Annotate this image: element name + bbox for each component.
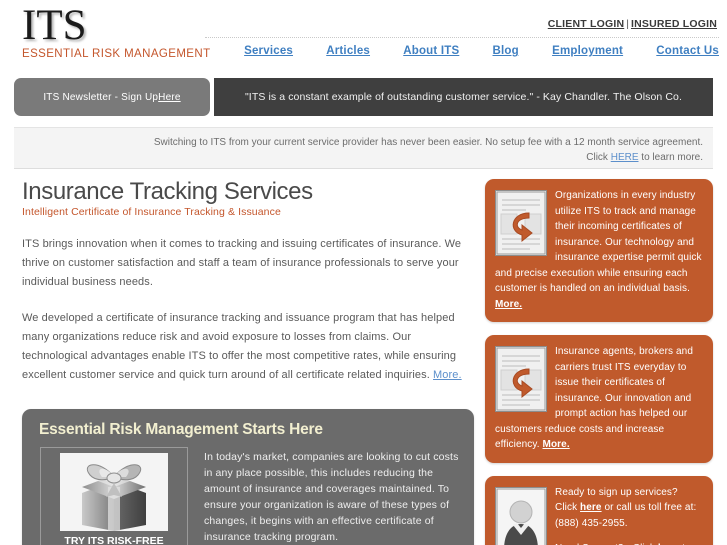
header-divider (205, 37, 719, 38)
page-root: ITS ESSENTIAL RISK MANAGEMENT CLIENT LOG… (0, 0, 727, 545)
sidebar-column: Organizations in every industry utilize … (485, 179, 713, 545)
sidebar-card-tracking-more-link[interactable]: More. (495, 299, 522, 310)
nav-item-about-its[interactable]: About ITS (403, 45, 459, 57)
intro-paragraph-2: We developed a certificate of insurance … (22, 309, 474, 385)
site-logo[interactable]: ITS ESSENTIAL RISK MANAGEMENT (22, 2, 211, 60)
logo-tagline: ESSENTIAL RISK MANAGEMENT (22, 48, 211, 60)
announcement-click-label: Click (586, 152, 611, 163)
document-refresh-icon (495, 190, 547, 256)
promo-panel: Essential Risk Management Starts Here TR… (22, 409, 474, 545)
newsletter-signup-box[interactable]: ITS Newsletter - Sign Up Here (14, 78, 210, 116)
sidebar-card-issuance-more-link[interactable]: More. (543, 439, 570, 450)
page-title: Insurance Tracking Services (22, 178, 313, 205)
insured-login-link[interactable]: INSURED LOGIN (631, 18, 717, 30)
announcement-strip: Switching to ITS from your current servi… (14, 127, 713, 169)
sidebar-card-issuance: Insurance agents, brokers and carriers t… (485, 335, 713, 463)
top-login-links: CLIENT LOGIN | INSURED LOGIN (548, 18, 717, 30)
logo-wordmark: ITS (22, 2, 87, 49)
sidebar-card-tracking: Organizations in every industry utilize … (485, 179, 713, 322)
sidebar-card-support: Ready to sign up services? Click here or… (485, 475, 713, 545)
testimonial-text: "ITS is a constant example of outstandin… (244, 91, 683, 103)
intro-paragraph-2-text: We developed a certificate of insurance … (22, 312, 457, 381)
nav-item-blog[interactable]: Blog (493, 45, 519, 57)
announcement-line-2: Click HERE to learn more. (14, 150, 703, 165)
person-avatar-svg (496, 488, 546, 545)
promo-body-text: In today's market, companies are looking… (204, 451, 459, 543)
support-click-label: Click (555, 502, 581, 513)
gift-box-svg (60, 453, 168, 531)
announcement-line-1: Switching to ITS from your current servi… (153, 137, 703, 148)
main-navigation: Services Articles About ITS Blog Employm… (244, 45, 719, 57)
promo-title: Essential Risk Management Starts Here (39, 421, 323, 438)
nav-item-contact-us[interactable]: Contact Us (656, 45, 719, 57)
promo-caption: TRY ITS RISK-FREE FOR 30 DAYS! (41, 534, 187, 545)
document-refresh-icon (495, 346, 547, 412)
gift-box-icon (60, 453, 168, 531)
nav-item-services[interactable]: Services (244, 45, 293, 57)
site-header: ITS ESSENTIAL RISK MANAGEMENT CLIENT LOG… (0, 0, 727, 70)
newsletter-signup-link[interactable]: Here (158, 92, 180, 103)
client-login-link[interactable]: CLIENT LOGIN (548, 18, 624, 30)
newsletter-label: ITS Newsletter - Sign Up (43, 91, 159, 103)
promo-body: In today's market, companies are looking… (204, 449, 460, 545)
nav-item-articles[interactable]: Articles (326, 45, 370, 57)
announcement-learn-more-label: to learn more. (638, 152, 703, 163)
banner-bars: ITS Newsletter - Sign Up Here "ITS is a … (14, 78, 713, 118)
promo-caption-line-1: TRY ITS RISK-FREE (64, 535, 164, 545)
nav-item-employment[interactable]: Employment (552, 45, 623, 57)
page-subtitle: Intelligent Certificate of Insurance Tra… (22, 206, 281, 218)
intro-more-link[interactable]: More. (433, 369, 462, 381)
support-signup-here-link[interactable]: here (580, 502, 602, 513)
promo-figure: TRY ITS RISK-FREE FOR 30 DAYS! (40, 447, 188, 545)
login-separator: | (626, 18, 629, 30)
intro-paragraph-1: ITS brings innovation when it comes to t… (22, 238, 462, 288)
support-signup-question: Ready to sign up services? (555, 486, 678, 498)
document-refresh-svg (496, 347, 546, 411)
testimonial-bar: "ITS is a constant example of outstandin… (214, 78, 713, 116)
main-column: Insurance Tracking Services Intelligent … (22, 179, 474, 545)
announcement-here-link[interactable]: HERE (611, 152, 639, 163)
person-avatar-icon (495, 486, 547, 545)
document-refresh-svg (496, 191, 546, 255)
